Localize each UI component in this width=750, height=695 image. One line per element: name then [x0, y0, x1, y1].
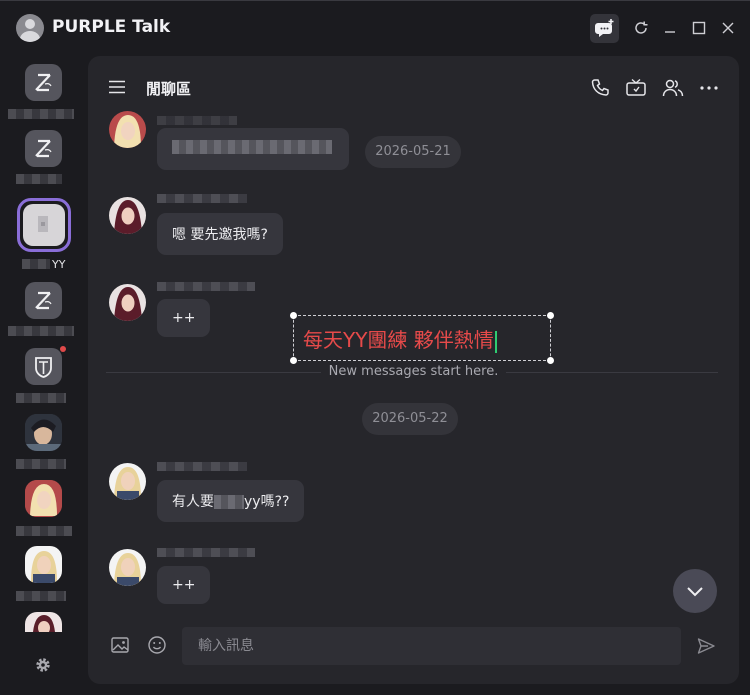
sender-name [157, 116, 237, 125]
brand-logo-icon [35, 291, 52, 310]
resize-handle[interactable] [290, 357, 297, 364]
room-rail: YY [0, 56, 88, 695]
redacted-text [172, 140, 332, 154]
user-avatar[interactable] [109, 197, 146, 234]
room-label [16, 591, 66, 601]
room-avatar [23, 204, 65, 246]
room-avatar[interactable] [25, 612, 62, 632]
room-icon[interactable] [25, 348, 62, 385]
brand-logo-icon [35, 73, 52, 92]
app-title: PURPLE Talk [52, 17, 171, 37]
overlay-text[interactable]: 每天YY團練 夥伴熱情 [303, 324, 497, 353]
emoji-icon[interactable] [147, 635, 167, 655]
room-label [16, 393, 66, 403]
room-avatar[interactable] [25, 480, 62, 517]
room-label [8, 109, 74, 119]
tv-icon[interactable] [625, 78, 647, 98]
room-avatar[interactable] [25, 414, 62, 451]
room-label [16, 174, 62, 184]
message-bubble[interactable]: 嗯 要先邀我嗎? [157, 213, 283, 255]
brand-logo-icon [35, 139, 52, 158]
new-messages-label: New messages start here. [88, 364, 739, 379]
phone-icon[interactable] [590, 78, 612, 98]
user-avatar[interactable] [109, 463, 146, 500]
room-icon[interactable] [25, 64, 62, 101]
message-bubble[interactable]: ++ [157, 299, 211, 337]
user-avatar[interactable] [109, 284, 146, 321]
sender-name [157, 194, 247, 203]
message-text: 有人要 [172, 494, 214, 510]
room-avatar[interactable] [25, 546, 62, 583]
more-icon[interactable] [698, 78, 720, 98]
shield-icon [35, 357, 52, 378]
sender-name [157, 282, 255, 291]
sender-name [157, 548, 255, 557]
minimize-icon[interactable] [661, 19, 679, 37]
message-bubble[interactable]: 有人要 yy嗎?? [157, 480, 305, 522]
text-caret [494, 330, 497, 353]
message-input[interactable] [182, 627, 681, 665]
room-title: 閒聊區 [146, 80, 192, 98]
app-logo-icon [16, 14, 44, 42]
new-chat-icon [595, 19, 614, 37]
image-icon[interactable] [110, 635, 130, 655]
room-label [22, 259, 50, 269]
resize-handle[interactable] [290, 312, 297, 319]
settings-gear-icon[interactable] [34, 656, 52, 674]
text-overlay-box[interactable]: 每天YY團練 夥伴熱情 [290, 312, 554, 364]
room-label [8, 326, 74, 336]
date-divider: 2026-05-22 [362, 403, 458, 435]
message-bubble[interactable] [157, 128, 349, 170]
members-icon[interactable] [662, 78, 684, 98]
maximize-icon[interactable] [690, 19, 708, 37]
room-label [16, 459, 66, 469]
title-bar: PURPLE Talk [0, 0, 750, 56]
chat-panel: 閒聊區 2026-05-21 嗯 要先邀我嗎? ++ New messages … [88, 56, 739, 684]
new-chat-button[interactable] [590, 14, 619, 43]
room-label [16, 526, 72, 536]
redacted-text [214, 495, 244, 509]
room-icon[interactable] [25, 282, 62, 319]
room-icon[interactable] [25, 130, 62, 167]
resize-handle[interactable] [547, 312, 554, 319]
chevron-down-icon [687, 587, 703, 597]
unread-dot [60, 346, 66, 352]
close-icon[interactable] [719, 19, 737, 37]
sender-name [157, 462, 247, 471]
room-selected[interactable] [17, 198, 71, 252]
user-avatar[interactable] [109, 549, 146, 586]
room-label-suffix: YY [52, 258, 66, 271]
resize-handle[interactable] [547, 357, 554, 364]
date-pill: 2026-05-21 [365, 136, 461, 168]
user-avatar[interactable] [109, 111, 146, 148]
message-text: yy嗎?? [244, 494, 290, 510]
message-bubble[interactable]: ++ [157, 566, 211, 604]
refresh-icon[interactable] [632, 19, 650, 37]
scroll-to-bottom-button[interactable] [673, 569, 717, 613]
send-icon[interactable] [696, 636, 716, 656]
menu-icon[interactable] [108, 80, 126, 94]
